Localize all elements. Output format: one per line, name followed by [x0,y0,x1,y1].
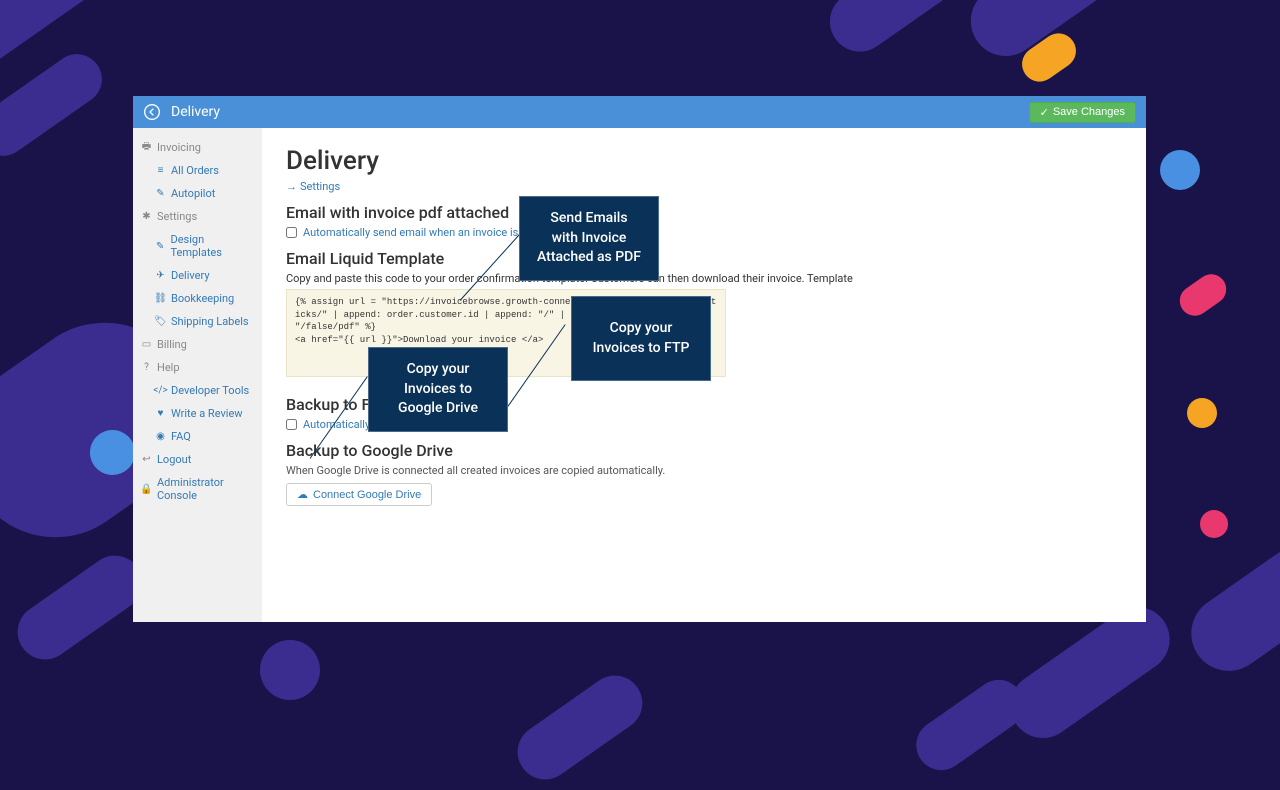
gdrive-helper-text: When Google Drive is connected all creat… [286,464,1122,477]
question-icon: ◉ [155,431,166,442]
bg-shape [818,0,992,63]
sidebar: 🖶Invoicing ≡All Orders ✎Autopilot ✱Setti… [133,128,262,622]
logout-icon: ↩ [141,454,152,465]
send-icon: ✈ [155,270,166,281]
callout-ftp: Copy your Invoices to FTP [571,296,711,381]
check-icon: ✓ [1040,106,1049,119]
save-label: Save Changes [1053,106,1125,118]
sidebar-item-billing[interactable]: ▭Billing [133,333,262,356]
auto-email-checkbox-row[interactable]: Automatically send email when an invoice… [286,226,1122,239]
brush-icon: ✎ [155,241,165,252]
sidebar-group-invoicing: 🖶Invoicing [133,136,262,159]
auto-ftp-checkbox[interactable] [286,419,297,430]
sidebar-item-delivery[interactable]: ✈Delivery [133,264,262,287]
sidebar-item-shipping-labels[interactable]: 🏷Shipping Labels [133,310,262,333]
breadcrumb[interactable]: → Settings [286,180,1122,193]
main-heading: Delivery [286,146,1122,176]
sidebar-item-design-templates[interactable]: ✎Design Templates [133,228,262,264]
arrow-right-icon: → [286,180,297,193]
heart-icon: ♥ [155,408,166,419]
lock-icon: 🔒 [141,484,152,495]
sidebar-item-developer-tools[interactable]: </>Developer Tools [133,379,262,402]
connect-google-drive-button[interactable]: ☁ Connect Google Drive [286,483,432,506]
gear-icon: ✱ [141,211,152,222]
bg-shape [260,640,320,700]
bg-shape [907,670,1034,780]
callout-gdrive: Copy your Invoices to Google Drive [368,347,508,432]
bg-shape [1200,510,1228,538]
save-changes-button[interactable]: ✓ Save Changes [1029,102,1136,123]
sidebar-item-autopilot[interactable]: ✎Autopilot [133,182,262,205]
link-icon: ⛓ [155,293,166,304]
sidebar-item-bookkeeping[interactable]: ⛓Bookkeeping [133,287,262,310]
back-icon[interactable] [143,103,161,121]
card-icon: ▭ [141,339,152,350]
magic-icon: ✎ [155,188,166,199]
sidebar-group-settings: ✱Settings [133,205,262,228]
page-title: Delivery [171,104,220,120]
auto-email-checkbox[interactable] [286,227,297,238]
liquid-helper-text: Copy and paste this code to your order c… [286,272,1122,285]
list-icon: ≡ [155,165,166,176]
bg-shape [0,44,112,165]
sidebar-item-logout[interactable]: ↩Logout [133,448,262,471]
bg-shape [1160,150,1200,190]
section-liquid-heading: Email Liquid Template [286,249,1122,268]
print-icon: 🖶 [141,142,152,153]
sidebar-item-admin-console[interactable]: 🔒Administrator Console [133,471,262,507]
bg-shape [1177,509,1280,685]
sidebar-item-write-review[interactable]: ♥Write a Review [133,402,262,425]
help-icon: ? [141,362,152,373]
topbar: Delivery ✓ Save Changes [133,96,1146,128]
bg-shape [507,665,653,790]
section-email-heading: Email with invoice pdf attached [286,203,1122,222]
sidebar-item-all-orders[interactable]: ≡All Orders [133,159,262,182]
code-icon: </> [155,385,166,396]
section-gdrive-heading: Backup to Google Drive [286,441,1122,460]
bg-shape [7,545,153,670]
sidebar-item-faq[interactable]: ◉FAQ [133,425,262,448]
tag-icon: 🏷 [155,316,166,327]
bg-shape [1187,398,1217,428]
cloud-icon: ☁ [297,488,308,501]
callout-email: Send Emails with Invoice Attached as PDF [519,196,659,281]
bg-shape [1174,268,1232,321]
bg-shape [957,0,1243,70]
sidebar-group-help: ?Help [133,356,262,379]
bg-shape [90,430,135,475]
